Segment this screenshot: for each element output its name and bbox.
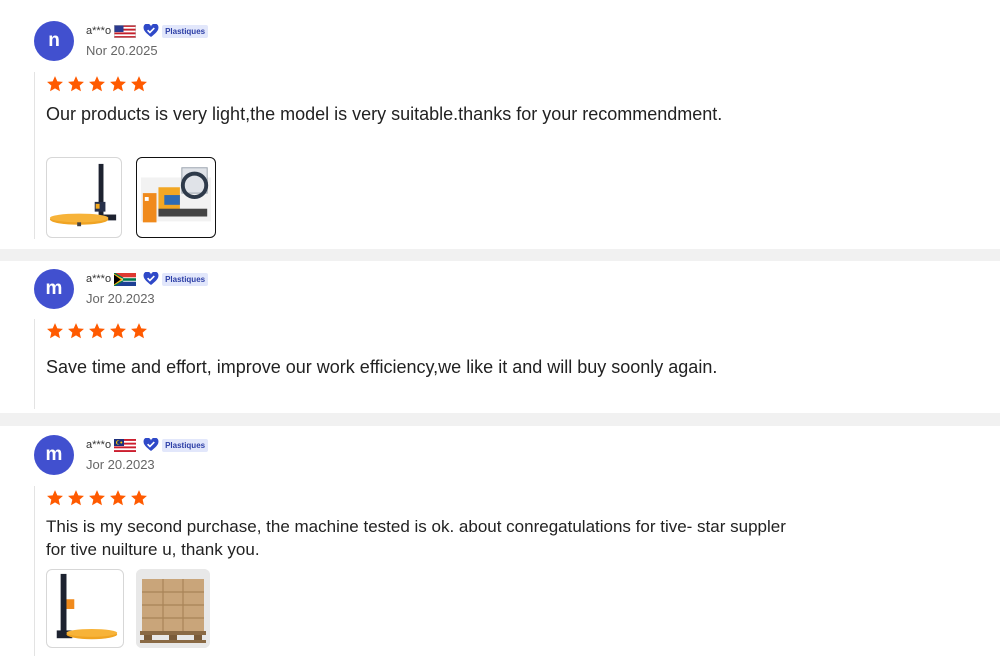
buyer-badge: Plastiques [162, 272, 209, 286]
star-icon [67, 322, 85, 340]
orbital-wrapping-machine-image[interactable] [136, 157, 216, 238]
buyer-badge: Plastiques [162, 438, 209, 452]
verified-icon [143, 24, 159, 38]
review-text-line-1: This is my second purchase, the machine … [46, 517, 786, 536]
star-icon [130, 75, 148, 93]
review-date: Jor 20.2023 [86, 291, 155, 306]
star-icon [46, 322, 64, 340]
review-card: m a***o Plastiques Jor 20.2023 This is m… [0, 426, 1000, 662]
reviewer-name: a***o [86, 439, 112, 451]
reviewer-info: a***o Plastiques [86, 438, 209, 452]
divider [34, 319, 35, 409]
stretch-wrapper-machine-image[interactable] [46, 569, 124, 648]
star-icon [130, 322, 148, 340]
review-text: Our products is very light,the model is … [46, 104, 723, 124]
review-card: n a***o Plastiques Nor 20.2025 Our produ… [0, 0, 1000, 249]
us-flag-icon [114, 25, 136, 38]
reviewer-name: a***o [86, 25, 112, 37]
reviewer-name: a***o [86, 273, 112, 285]
star-icon [46, 489, 64, 507]
divider [34, 486, 35, 656]
divider [34, 72, 35, 239]
verified-icon [143, 438, 159, 452]
south-africa-flag-icon [114, 273, 136, 286]
star-icon [88, 322, 106, 340]
rating-stars [46, 489, 148, 507]
review-date: Jor 20.2023 [86, 457, 155, 472]
rating-stars [46, 75, 148, 93]
star-icon [88, 75, 106, 93]
wrapped-pallet-image[interactable] [136, 569, 210, 648]
avatar[interactable]: m [34, 435, 74, 475]
star-icon [67, 489, 85, 507]
star-icon [46, 75, 64, 93]
stretch-wrapper-machine-image[interactable] [46, 157, 122, 238]
star-icon [109, 75, 127, 93]
buyer-badge: Plastiques [162, 24, 209, 38]
review-text: Save time and effort, improve our work e… [46, 357, 718, 377]
rating-stars [46, 322, 148, 340]
star-icon [130, 489, 148, 507]
malaysia-flag-icon [114, 439, 136, 452]
review-date: Nor 20.2025 [86, 43, 158, 58]
reviewer-info: a***o Plastiques [86, 272, 209, 286]
verified-icon [143, 272, 159, 286]
star-icon [109, 322, 127, 340]
review-card: m a***o Plastiques Jor 20.2023 Save time… [0, 261, 1000, 413]
avatar[interactable]: n [34, 21, 74, 61]
reviewer-info: a***o Plastiques [86, 24, 209, 38]
star-icon [67, 75, 85, 93]
star-icon [88, 489, 106, 507]
avatar[interactable]: m [34, 269, 74, 309]
review-text-line-2: for tive nuilture u, thank you. [46, 540, 260, 559]
star-icon [109, 489, 127, 507]
